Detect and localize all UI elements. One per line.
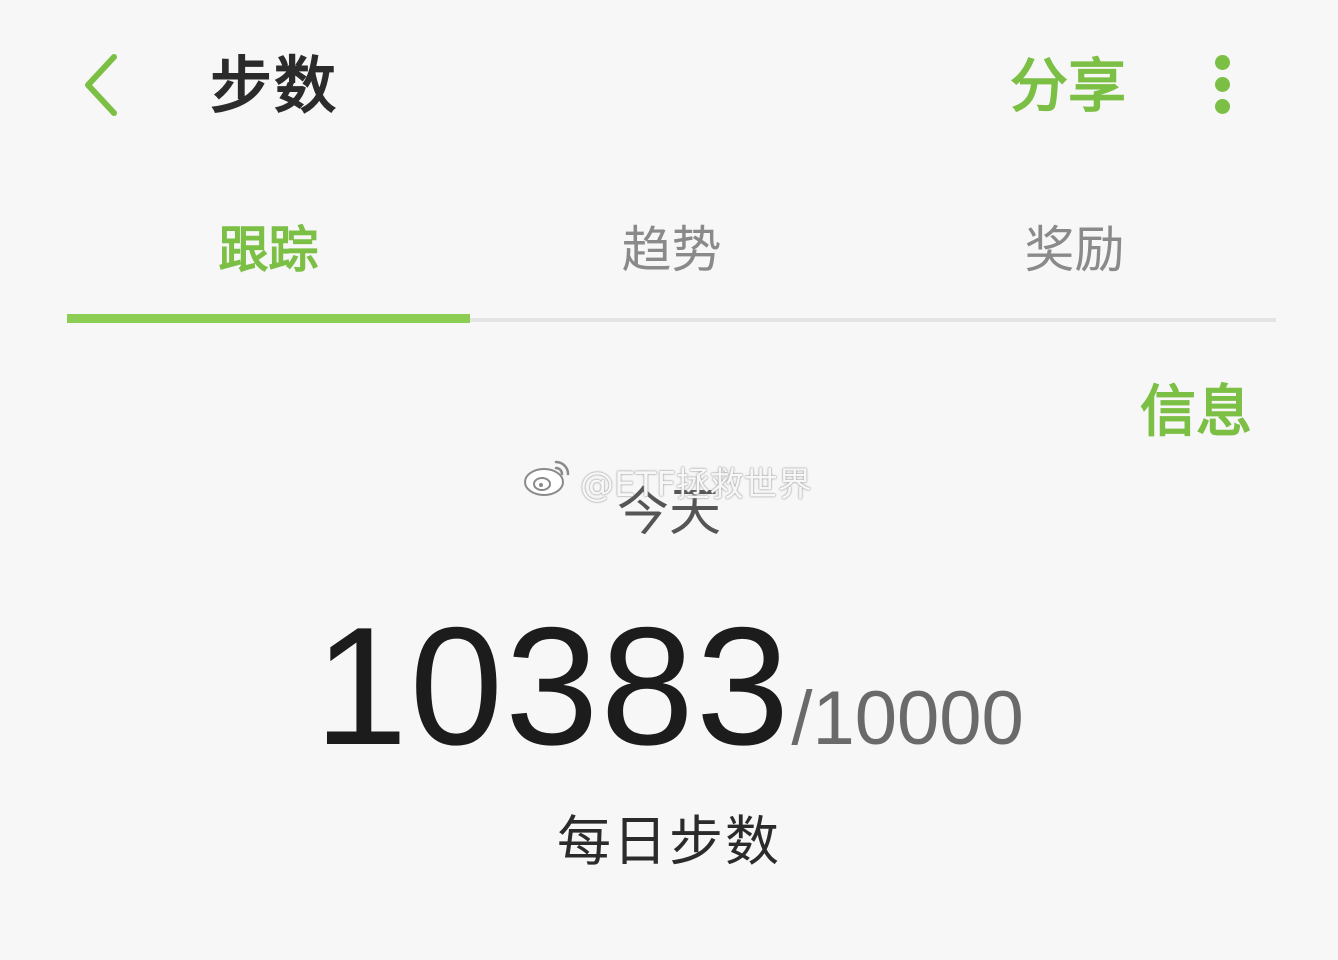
step-count-row: 10383/10000 (0, 596, 1338, 809)
daily-steps-caption: 每日步数 (557, 810, 781, 873)
weibo-icon (522, 456, 572, 507)
step-goal: /10000 (791, 676, 1024, 761)
info-button[interactable]: 信息 (1140, 375, 1252, 451)
step-count: 10383 (314, 592, 792, 780)
steps-screen: 步数 分享 跟踪 趋势 奖励 信息 今天 @ETF拯救世界 10383/1000… (0, 0, 1338, 960)
tab-trends[interactable]: 趋势 (470, 210, 873, 310)
tab-rewards[interactable]: 奖励 (873, 210, 1276, 310)
page-title: 步数 (210, 49, 339, 122)
watermark: @ETF拯救世界 (522, 456, 812, 506)
active-tab-indicator (67, 314, 470, 323)
tab-tracking[interactable]: 跟踪 (67, 210, 470, 310)
tab-bar: 跟踪 趋势 奖励 (67, 210, 1276, 323)
more-options-button[interactable] (1200, 50, 1246, 120)
back-button[interactable] (70, 45, 140, 125)
share-button[interactable]: 分享 (1010, 48, 1126, 124)
watermark-text: @ETF拯救世界 (580, 464, 812, 505)
chevron-left-icon (70, 45, 140, 125)
